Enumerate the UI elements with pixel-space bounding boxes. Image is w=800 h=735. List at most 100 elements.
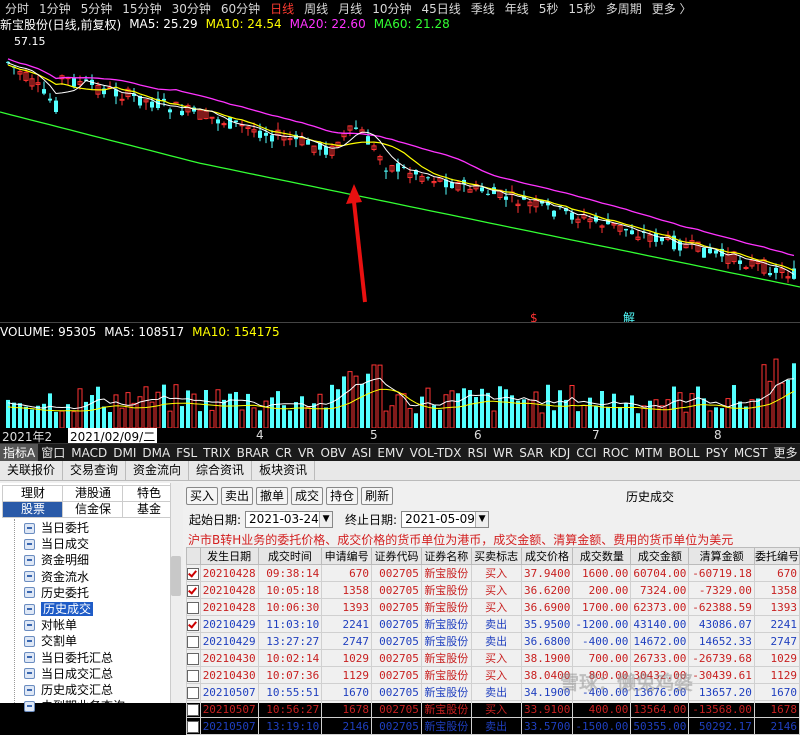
period-tab[interactable]: 季线 — [471, 0, 495, 17]
indicator-tab[interactable]: ASI — [349, 446, 374, 460]
row-checkbox-cell[interactable] — [187, 582, 201, 599]
indicator-tab[interactable]: KDJ — [547, 446, 574, 460]
row-checkbox-cell[interactable] — [187, 565, 201, 582]
indicator-tab[interactable]: 更多 — [771, 444, 800, 461]
table-row[interactable]: 2021042810:05:181358002705新宝股份买入36.62002… — [187, 582, 800, 599]
function-tab[interactable]: 综合资讯 — [189, 461, 252, 480]
action-button[interactable]: 买入 — [186, 487, 218, 505]
nav-item[interactable]: 当日委托汇总 — [24, 651, 113, 665]
row-checkbox[interactable] — [187, 636, 199, 648]
indicator-tab[interactable]: TRIX — [200, 446, 233, 460]
period-tab[interactable]: 5秒 — [539, 0, 559, 17]
indicator-tab[interactable]: DMI — [110, 446, 139, 460]
table-row[interactable]: 2021042810:06:301393002705新宝股份买入36.69001… — [187, 599, 800, 616]
indicator-tab[interactable]: VR — [295, 446, 318, 460]
indicator-tab[interactable]: BOLL — [666, 446, 703, 460]
function-tab[interactable]: 板块资讯 — [252, 461, 315, 480]
nav-item[interactable]: 当日委托 — [24, 521, 89, 535]
row-checkbox-cell[interactable] — [187, 599, 201, 616]
action-button[interactable]: 卖出 — [221, 487, 253, 505]
action-button[interactable]: 持仓 — [326, 487, 358, 505]
chevron-down-icon[interactable]: ▼ — [475, 512, 488, 527]
indicator-tab[interactable]: RSI — [465, 446, 491, 460]
period-tab[interactable]: 分时 — [5, 0, 29, 17]
row-checkbox[interactable] — [187, 704, 199, 716]
column-header[interactable]: 清算金额 — [689, 548, 755, 565]
period-tab[interactable]: 日线 — [270, 0, 294, 17]
column-header[interactable]: 买卖标志 — [471, 548, 521, 565]
cat-licai[interactable]: 理财 — [2, 485, 64, 502]
nav-item[interactable]: 未到期业务查询 — [24, 699, 125, 713]
indicator-tab[interactable]: VOL-TDX — [407, 446, 465, 460]
action-button[interactable]: 撤单 — [256, 487, 288, 505]
nav-item[interactable]: 历史成交 — [24, 602, 93, 616]
nav-item[interactable]: 当日成交 — [24, 537, 89, 551]
indicator-tab[interactable]: MACD — [68, 446, 110, 460]
period-tab[interactable]: 更多 〉 — [652, 0, 692, 17]
indicator-tab[interactable]: EMV — [374, 446, 406, 460]
nav-item[interactable]: 历史成交汇总 — [24, 683, 113, 697]
table-row[interactable]: 2021042913:27:272747002705新宝股份卖出36.6800-… — [187, 633, 800, 650]
row-checkbox-cell[interactable] — [187, 616, 201, 633]
cat-tese[interactable]: 特色 — [122, 485, 176, 502]
period-tab[interactable]: 45日线 — [421, 0, 460, 17]
column-header[interactable]: 委托编号 — [754, 548, 799, 565]
period-tab[interactable]: 30分钟 — [172, 0, 211, 17]
column-header[interactable]: 成交时间 — [258, 548, 322, 565]
column-header[interactable]: 证券代码 — [372, 548, 422, 565]
row-checkbox[interactable] — [187, 653, 199, 665]
indicator-tab[interactable]: BRAR — [234, 446, 273, 460]
row-checkbox-cell[interactable] — [187, 718, 201, 735]
period-tab[interactable]: 60分钟 — [221, 0, 260, 17]
table-row[interactable]: 2021043010:07:361129002705新宝股份买入38.04008… — [187, 667, 800, 684]
period-tab[interactable]: 多周期 — [606, 0, 642, 17]
indicator-tab[interactable]: SAR — [516, 446, 546, 460]
action-button[interactable]: 刷新 — [361, 487, 393, 505]
chevron-down-icon[interactable]: ▼ — [319, 512, 332, 527]
period-tab[interactable]: 15分钟 — [122, 0, 161, 17]
function-tab[interactable]: 交易查询 — [63, 461, 126, 480]
start-date-input[interactable]: 2021-03-24▼ — [245, 511, 333, 528]
row-checkbox-cell[interactable] — [187, 667, 201, 684]
indicator-tab[interactable]: 指标A — [0, 444, 38, 461]
nav-scroll-thumb[interactable] — [171, 556, 181, 596]
row-checkbox-cell[interactable] — [187, 650, 201, 667]
indicator-tab[interactable]: 窗口 — [38, 444, 68, 461]
row-checkbox[interactable] — [187, 670, 199, 682]
nav-item[interactable]: 对帐单 — [24, 618, 77, 632]
row-checkbox-cell[interactable] — [187, 701, 201, 718]
table-row[interactable]: 2021042911:03:102241002705新宝股份卖出35.9500-… — [187, 616, 800, 633]
row-checkbox[interactable] — [187, 602, 199, 614]
column-header[interactable]: 证券名称 — [421, 548, 471, 565]
period-tab[interactable]: 月线 — [338, 0, 362, 17]
nav-item[interactable]: 资金流水 — [24, 570, 89, 584]
volume-chart[interactable] — [0, 340, 800, 428]
indicator-tab[interactable]: MCST — [731, 446, 771, 460]
row-checkbox[interactable] — [187, 585, 199, 597]
nav-item[interactable]: 历史委托 — [24, 586, 89, 600]
indicator-tab[interactable]: MTM — [632, 446, 666, 460]
row-checkbox[interactable] — [187, 568, 199, 580]
table-row[interactable]: 2021042809:38:14670002705新宝股份买入37.940016… — [187, 565, 800, 582]
end-date-input[interactable]: 2021-05-09▼ — [401, 511, 489, 528]
row-checkbox[interactable] — [187, 619, 199, 631]
table-row[interactable]: 2021043010:02:141029002705新宝股份买入38.19007… — [187, 650, 800, 667]
period-tab[interactable]: 5分钟 — [81, 0, 113, 17]
cat-xinjinbao[interactable]: 信金保 — [62, 501, 124, 518]
indicator-tab[interactable]: CR — [272, 446, 295, 460]
column-header[interactable]: 成交金额 — [631, 548, 689, 565]
row-checkbox-cell[interactable] — [187, 633, 201, 650]
period-tab[interactable]: 10分钟 — [372, 0, 411, 17]
period-tab[interactable]: 年线 — [505, 0, 529, 17]
cat-fund[interactable]: 基金 — [122, 501, 176, 518]
function-tab[interactable]: 关联报价 — [0, 461, 63, 480]
row-checkbox[interactable] — [187, 687, 199, 699]
period-tab[interactable]: 周线 — [304, 0, 328, 17]
indicator-tab[interactable]: ROC — [600, 446, 632, 460]
indicator-tab[interactable]: PSY — [703, 446, 731, 460]
indicator-tab[interactable]: CCI — [573, 446, 599, 460]
indicator-tab[interactable]: FSL — [173, 446, 200, 460]
cat-ganggutong[interactable]: 港股通 — [62, 485, 124, 502]
row-checkbox-cell[interactable] — [187, 684, 201, 701]
nav-item[interactable]: 当日成交汇总 — [24, 667, 113, 681]
